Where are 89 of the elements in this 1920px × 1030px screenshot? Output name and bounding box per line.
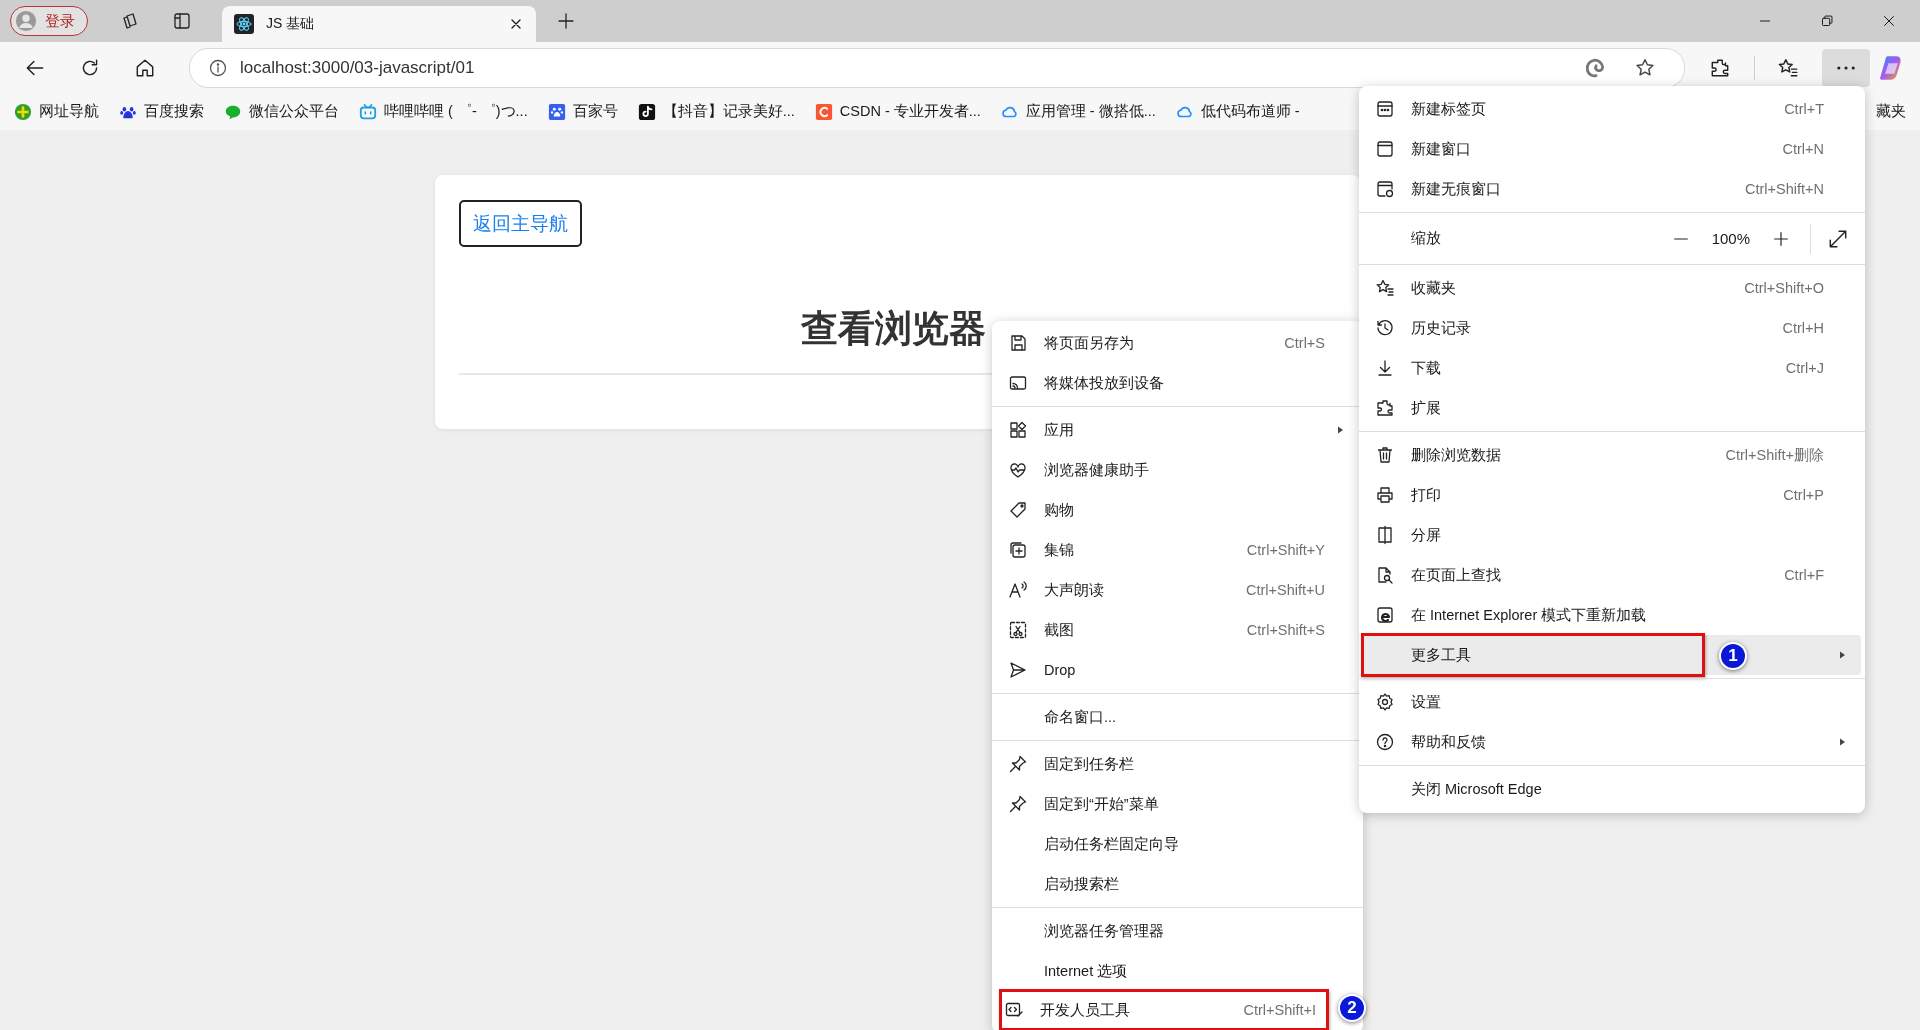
menu-item[interactable]: 浏览器健康助手 bbox=[996, 450, 1359, 490]
tag-icon bbox=[1008, 500, 1028, 520]
menu-item[interactable]: Internet 选项 bbox=[996, 951, 1359, 991]
menu-item[interactable]: 新建标签页 Ctrl+T bbox=[1363, 89, 1861, 129]
menu-item[interactable]: 将页面另存为 Ctrl+S bbox=[996, 323, 1359, 363]
favorites-icon bbox=[1375, 278, 1395, 298]
menu-item[interactable]: 购物 bbox=[996, 490, 1359, 530]
bookmark[interactable]: CSDN - 专业开发者... bbox=[814, 102, 981, 121]
menu-item[interactable]: 关闭 Microsoft Edge bbox=[1363, 769, 1861, 809]
new-tab-icon[interactable] bbox=[556, 11, 576, 31]
read-aloud-icon bbox=[1008, 580, 1028, 600]
bookmark[interactable]: 应用管理 - 微搭低... bbox=[1000, 102, 1156, 121]
bookmark[interactable]: 【抖音】记录美好... bbox=[637, 102, 795, 121]
ie-mode-icon bbox=[1375, 605, 1395, 625]
menu-item[interactable]: 在 Internet Explorer 模式下重新加载 bbox=[1363, 595, 1861, 635]
favicon-icon bbox=[637, 102, 656, 121]
menu-item[interactable]: 新建无痕窗口 Ctrl+Shift+N bbox=[1363, 169, 1861, 209]
pin-icon bbox=[1008, 754, 1028, 774]
menu-item[interactable]: 分屏 bbox=[1363, 515, 1861, 555]
zoom-in-icon[interactable] bbox=[1772, 229, 1790, 248]
printer-icon bbox=[1375, 485, 1395, 505]
new-tab-icon bbox=[1375, 99, 1395, 119]
avatar-icon bbox=[15, 10, 37, 32]
vertical-tabs-icon[interactable] bbox=[172, 11, 192, 31]
menu-item[interactable]: 新建窗口 Ctrl+N bbox=[1363, 129, 1861, 169]
trash-icon bbox=[1375, 445, 1395, 465]
bookmark[interactable]: 百度搜索 bbox=[119, 102, 204, 121]
bookmark[interactable]: 微信公众平台 bbox=[224, 102, 339, 121]
split-screen-icon bbox=[1375, 525, 1395, 545]
workspaces-icon[interactable] bbox=[120, 11, 140, 31]
menu-item[interactable]: 截图 Ctrl+Shift+S bbox=[996, 610, 1359, 650]
send-icon bbox=[1008, 660, 1028, 680]
menu-item[interactable]: 启动任务栏固定向导 bbox=[996, 824, 1359, 864]
browser-tab[interactable]: JS 基础 bbox=[222, 6, 536, 42]
help-icon bbox=[1375, 732, 1395, 752]
menu-item[interactable]: 启动搜索栏 bbox=[996, 864, 1359, 904]
menu-item[interactable]: 将媒体投放到设备 bbox=[996, 363, 1359, 403]
favicon-icon bbox=[547, 102, 566, 121]
menu-item[interactable]: 下载 Ctrl+J bbox=[1363, 348, 1861, 388]
heart-pulse-icon bbox=[1008, 460, 1028, 480]
zoom-level: 100% bbox=[1711, 230, 1750, 247]
menu-item[interactable]: 集锦 Ctrl+Shift+Y bbox=[996, 530, 1359, 570]
step-badge: 2 bbox=[1338, 994, 1366, 1022]
bookmark[interactable]: 藏夹 bbox=[1876, 102, 1906, 121]
menu-item[interactable]: 收藏夹 Ctrl+Shift+O bbox=[1363, 268, 1861, 308]
settings-icon bbox=[1375, 692, 1395, 712]
menu-item[interactable]: 固定到任务栏 bbox=[996, 744, 1359, 784]
history-icon bbox=[1375, 318, 1395, 338]
info-icon[interactable] bbox=[208, 57, 228, 78]
menu-item[interactable]: 固定到“开始”菜单 bbox=[996, 784, 1359, 824]
cast-icon bbox=[1008, 373, 1028, 393]
menu-item[interactable]: 在页面上查找 Ctrl+F bbox=[1363, 555, 1861, 595]
menu-item[interactable]: 命名窗口... bbox=[996, 697, 1359, 737]
collections-icon bbox=[1008, 540, 1028, 560]
menu-item[interactable]: 历史记录 Ctrl+H bbox=[1363, 308, 1861, 348]
favicon-icon bbox=[814, 102, 833, 121]
find-page-icon bbox=[1375, 565, 1395, 585]
more-icon bbox=[1837, 65, 1855, 70]
menu-item[interactable]: 设置 bbox=[1363, 682, 1861, 722]
menu-item[interactable]: 扩展 bbox=[1363, 388, 1861, 428]
back-to-nav-button[interactable]: 返回主导航 bbox=[459, 200, 582, 247]
menu-label: 缩放 bbox=[1411, 229, 1441, 248]
apps-icon bbox=[1008, 420, 1028, 440]
bookmark[interactable]: 百家号 bbox=[547, 102, 618, 121]
menu-item[interactable]: 开发人员工具 Ctrl+Shift+I bbox=[1002, 992, 1326, 1028]
menu-item[interactable]: 删除浏览数据 Ctrl+Shift+删除 bbox=[1363, 435, 1861, 475]
tab-title: JS 基础 bbox=[266, 15, 316, 33]
window-icon bbox=[1375, 139, 1395, 159]
menu-item[interactable]: 帮助和反馈 bbox=[1363, 722, 1861, 762]
page-heading: 查看浏览器 bbox=[801, 307, 986, 351]
menu-item[interactable]: Drop bbox=[996, 650, 1359, 690]
profile-button[interactable]: 登录 bbox=[10, 6, 88, 36]
menu-item[interactable]: 浏览器任务管理器 bbox=[996, 911, 1359, 951]
private-window-icon bbox=[1375, 179, 1395, 199]
menu-item[interactable]: 应用 bbox=[996, 410, 1359, 450]
menu-item[interactable]: 大声朗读 Ctrl+Shift+U bbox=[996, 570, 1359, 610]
address-field[interactable]: localhost:3000/03-javascript/01 bbox=[189, 47, 1685, 88]
favicon-icon bbox=[359, 102, 377, 121]
bookmark[interactable]: 哔哩哔哩 ( ゜- ゜)つ... bbox=[359, 102, 528, 121]
atom-icon bbox=[234, 14, 254, 34]
bookmark[interactable]: 网址导航 bbox=[14, 102, 99, 121]
pin-icon bbox=[1008, 794, 1028, 814]
screenshot-icon bbox=[1008, 620, 1028, 640]
menu-item[interactable]: 打印 Ctrl+P bbox=[1363, 475, 1861, 515]
puzzle-icon bbox=[1375, 398, 1395, 418]
swirl-icon[interactable] bbox=[1584, 56, 1606, 79]
favicon-icon bbox=[14, 102, 32, 121]
favorites-icon[interactable] bbox=[1777, 56, 1799, 79]
bookmark[interactable]: 低代码布道师 - bbox=[1175, 102, 1300, 121]
